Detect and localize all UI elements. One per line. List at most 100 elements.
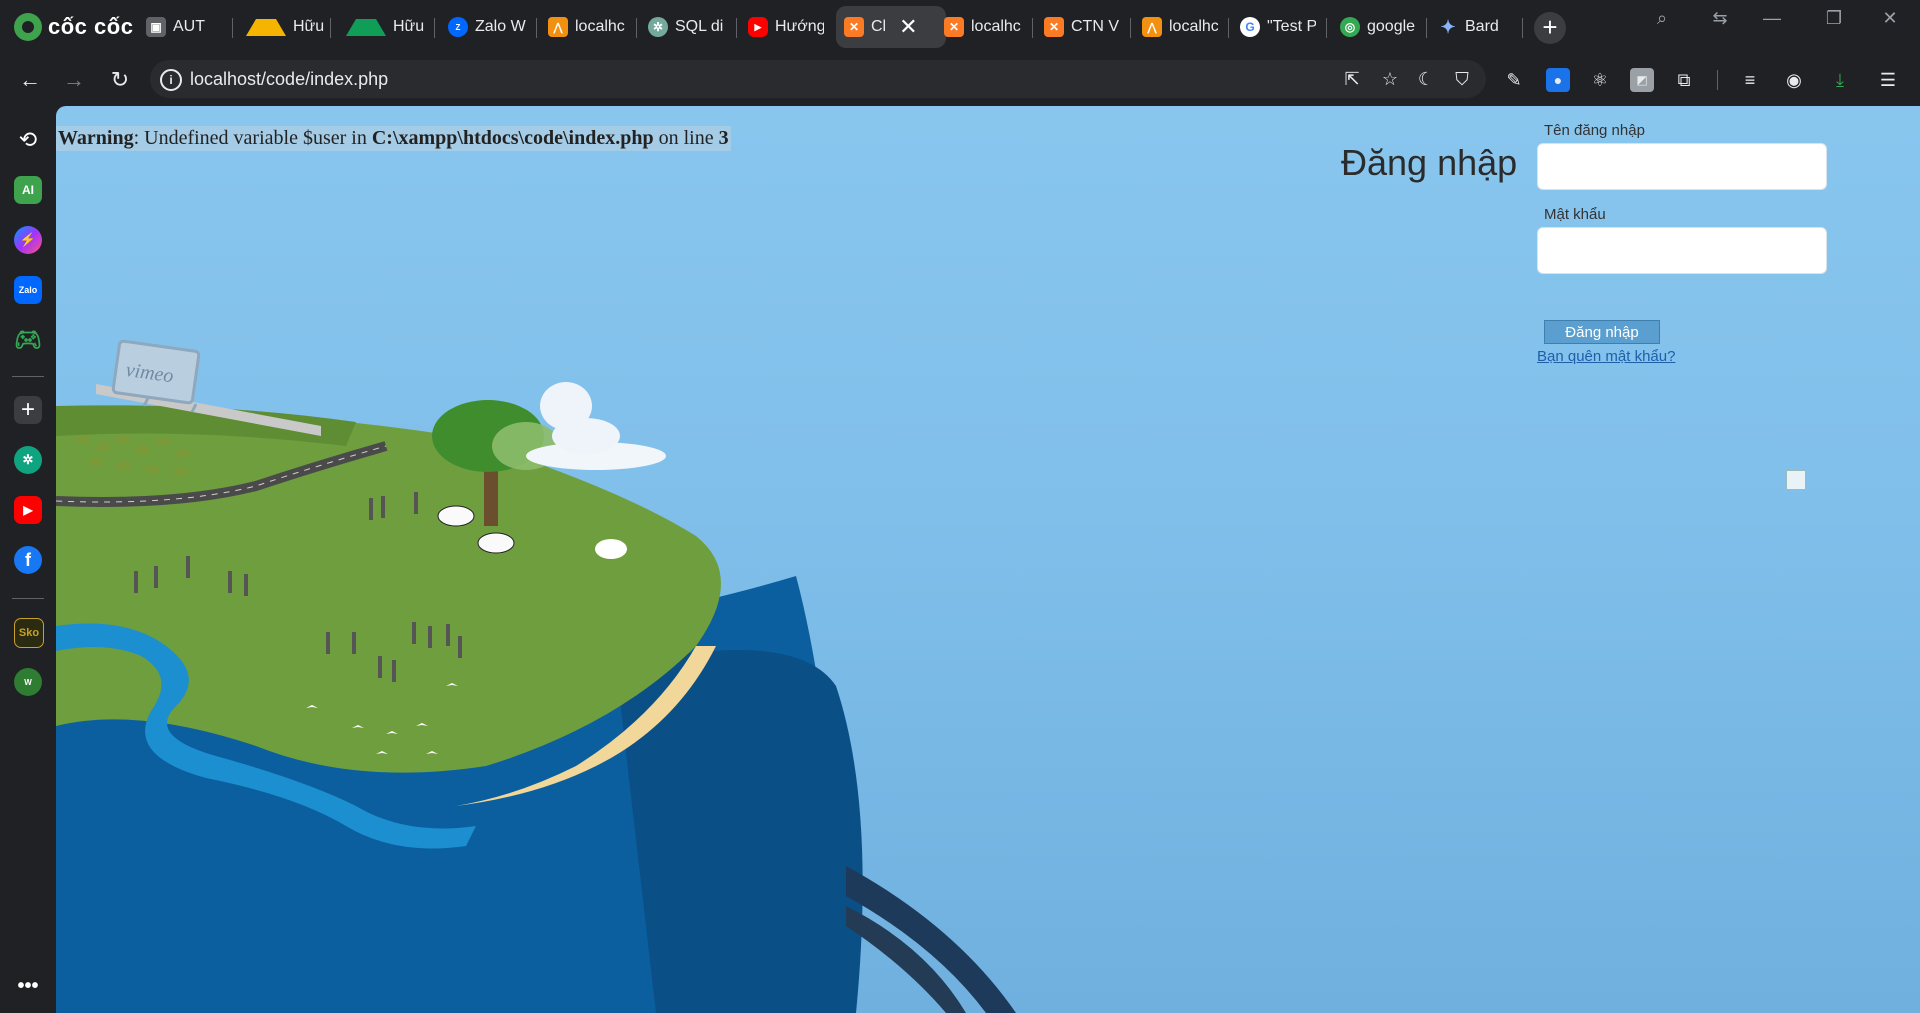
gamepad-icon[interactable]: 🎮︎ (14, 326, 42, 354)
url-text[interactable]: localhost/code/index.php (190, 69, 388, 90)
tab-zalo[interactable]: Z Zalo W (448, 6, 532, 48)
close-tab-icon[interactable]: ✕ (899, 14, 917, 40)
history-icon[interactable]: ⟲ (14, 126, 42, 154)
tab-localhost-3[interactable]: ⋀ localhc (1142, 6, 1218, 48)
phpmyadmin-icon: ⋀ (1142, 17, 1162, 37)
tab-label: "Test P (1267, 18, 1316, 35)
php-warning-message: Warning: Undefined variable $user in C:\… (56, 126, 731, 151)
warning-text-line: on line (653, 127, 719, 149)
react-atom-icon[interactable]: ⚛ (1588, 68, 1612, 92)
minimize-button[interactable]: — (1752, 8, 1792, 32)
droplet-extension-icon[interactable]: ● (1546, 68, 1570, 92)
login-button[interactable]: Đăng nhập (1544, 320, 1660, 344)
warning-line-number: 3 (718, 127, 729, 149)
share-icon[interactable]: ⇱ (1342, 69, 1362, 89)
more-options-icon[interactable]: ••• (14, 972, 42, 1000)
tab-active-xampp[interactable]: ✕ Cl ✕ (836, 6, 946, 48)
tab-google-search[interactable]: G "Test P (1240, 6, 1316, 48)
image-extension-icon[interactable]: ◩ (1630, 68, 1654, 92)
tab-separator (434, 18, 435, 38)
xampp-icon: ✕ (844, 17, 864, 37)
game-app-icon-2[interactable]: W (14, 668, 42, 696)
forgot-password-link[interactable]: Bạn quên mật khẩu? (1537, 348, 1675, 365)
shield-icon[interactable]: ⛉ (1452, 69, 1472, 89)
close-window-button[interactable]: ✕ (1870, 8, 1910, 32)
tab-aut[interactable]: ▣ AUT (146, 6, 226, 48)
add-sidebar-app-icon[interactable]: + (14, 396, 42, 424)
tab-label: localhc (575, 18, 625, 35)
tab-label: localhc (971, 18, 1021, 35)
tab-label: Cl (871, 18, 887, 35)
menu-hamburger-icon[interactable]: ☰ (1876, 68, 1900, 92)
warning-text: : Undefined variable $user in (133, 127, 372, 149)
address-bar[interactable]: i localhost/code/index.php ⇱ ☆ ☾ ⛉ (150, 60, 1486, 98)
toolbar-separator (1717, 70, 1718, 90)
chatgpt-icon[interactable]: ✲ (14, 446, 42, 474)
coccoc-brand[interactable]: cốc cốc (14, 12, 133, 42)
tab-separator (736, 18, 737, 38)
tab-sql[interactable]: ✲ SQL di (648, 6, 734, 48)
ai-assistant-icon[interactable]: AI (14, 176, 42, 204)
xampp-icon: ✕ (1044, 17, 1064, 37)
zalo-icon[interactable]: Zalo (14, 276, 42, 304)
dark-mode-moon-icon[interactable]: ☾ (1416, 69, 1436, 89)
google-lens-icon: ◎ (1340, 17, 1360, 37)
forward-arrow-icon[interactable]: → (60, 66, 88, 94)
tab-separator (636, 18, 637, 38)
xampp-icon: ✕ (944, 17, 964, 37)
sidebar-separator (12, 598, 44, 599)
tab-bard[interactable]: ✦ Bard (1438, 6, 1514, 48)
tab-search-icon[interactable]: ⌕ (1642, 8, 1682, 32)
tab-separator (1426, 18, 1427, 38)
tab-youtube[interactable]: ▶ Hướng (748, 6, 824, 48)
cloud (552, 418, 620, 454)
tab-ctn[interactable]: ✕ CTN V (1044, 6, 1120, 48)
extensions-puzzle-icon[interactable]: ⧉ (1672, 68, 1696, 92)
youtube-icon[interactable]: ▶ (14, 496, 42, 524)
facebook-icon[interactable]: f (14, 546, 42, 574)
restore-button[interactable]: ❐ (1814, 8, 1854, 32)
sidebar: ⟲ AI ⚡ Zalo 🎮︎ + ✲ ▶ f Sko W ••• (0, 106, 56, 1013)
tab-google-lens[interactable]: ◎ google (1340, 6, 1418, 48)
back-forward-cache-icon[interactable]: ⇆ (1700, 8, 1740, 32)
tab-label: Hữu Đ (293, 18, 324, 35)
cow (477, 532, 515, 554)
account-box-icon: ▣ (146, 17, 166, 37)
bard-sparkle-icon: ✦ (1440, 16, 1456, 37)
tab-drive-2[interactable]: Hữu Đ (346, 6, 424, 48)
eyedropper-icon[interactable]: ✎ (1502, 68, 1526, 92)
tab-localhost-1[interactable]: ⋀ localhc (548, 6, 634, 48)
tab-localhost-2[interactable]: ✕ localhc (944, 6, 1024, 48)
tab-label: Zalo W (475, 18, 526, 35)
youtube-icon: ▶ (748, 17, 768, 37)
download-icon[interactable]: ⤓ (1828, 68, 1852, 92)
media-playlist-icon[interactable]: ≡ (1738, 68, 1762, 92)
tab-separator (330, 18, 331, 38)
bookmark-star-icon[interactable]: ☆ (1380, 69, 1400, 89)
tab-separator (232, 18, 233, 38)
username-input[interactable] (1537, 143, 1827, 190)
brand-name: cốc cốc (48, 14, 134, 39)
login-title: Đăng nhập (1341, 142, 1518, 183)
back-arrow-icon[interactable]: ← (16, 66, 44, 94)
messenger-icon[interactable]: ⚡ (14, 226, 42, 254)
game-app-icon[interactable]: Sko (14, 618, 44, 648)
tab-drive-1[interactable]: Hữu Đ (246, 6, 324, 48)
new-tab-button[interactable]: + (1534, 12, 1566, 44)
password-input[interactable] (1537, 227, 1827, 274)
page-viewport: vimeo Warning: Undefined variable $user … (56, 106, 1920, 1013)
broken-image-icon (1786, 470, 1806, 490)
reload-icon[interactable]: ↻ (106, 66, 134, 94)
tab-label: Hữu Đ (393, 18, 424, 35)
zalo-icon: Z (448, 17, 468, 37)
profile-avatar-icon[interactable]: ◉ (1782, 68, 1806, 92)
white-horse (595, 539, 627, 559)
site-info-icon[interactable]: i (160, 69, 182, 91)
cow (437, 505, 475, 527)
browser-toolbar: ← → ↻ i localhost/code/index.php ⇱ ☆ ☾ ⛉… (0, 54, 1920, 106)
sidebar-separator (12, 376, 44, 377)
warning-file-path: C:\xampp\htdocs\code\index.php (371, 127, 654, 149)
google-drive-icon (346, 18, 386, 36)
tab-label: google (1367, 18, 1416, 35)
tab-separator (1228, 18, 1229, 38)
